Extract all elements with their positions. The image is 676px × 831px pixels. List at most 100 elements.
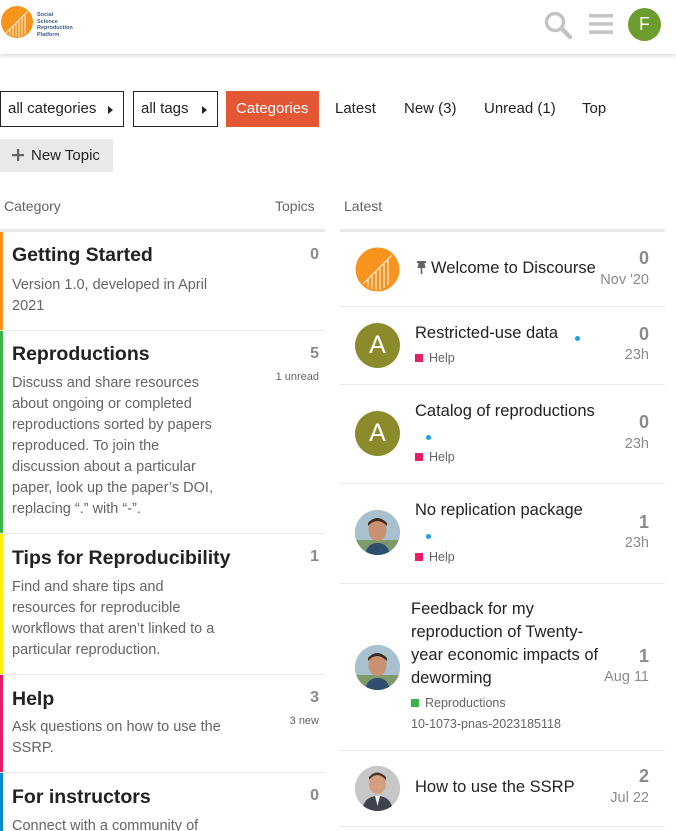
category-square-icon [415,453,423,461]
category-topic-count: 1 [310,548,319,565]
category-color-bar [0,331,3,533]
topic-reply-count: 0 [638,412,649,432]
dropdown-label: all tags [141,100,189,117]
category-description: Version 1.0, developed in April 2021 [12,277,208,314]
topic-row[interactable]: No replication package Help 1 23h [340,484,665,584]
category-name[interactable]: Help [12,688,54,711]
topic-activity-age[interactable]: 23h [625,436,649,452]
topic-title[interactable]: Restricted-use data [415,322,558,345]
topic-category-badge[interactable]: Reproductions [411,696,506,710]
topic-activity-age[interactable]: Aug 11 [604,669,649,685]
tab-unread[interactable]: Unread (1) [484,91,556,127]
category-name[interactable]: Tips for Reproducibility [12,547,231,570]
category-column-header: Category [4,198,61,214]
topic-title[interactable]: Feedback for my reproduction of Twenty-y… [411,598,601,690]
all-categories-dropdown[interactable]: all categories [0,91,124,127]
category-topic-count: 0 [310,246,319,263]
category-name[interactable]: For instructors [12,786,151,809]
topic-reply-count: 1 [638,646,649,666]
topic-activity-age[interactable]: Nov '20 [600,272,649,288]
user-avatar[interactable]: A [355,323,400,368]
user-avatar[interactable] [355,510,400,555]
tab-top[interactable]: Top [582,91,606,127]
category-topic-count: 5 [310,345,319,362]
unread-dot-icon [426,435,431,440]
category-color-bar [0,232,3,330]
category-square-icon [415,553,423,561]
latest-column-header: Latest [344,198,383,214]
topic-row[interactable]: Feedback for my reproduction of Twenty-y… [340,584,665,751]
category-topic-count: 0 [310,787,319,804]
caret-right-icon [202,106,207,114]
topic-activity-age[interactable]: 23h [625,347,649,363]
user-photo-icon [355,510,400,555]
search-icon [544,11,573,40]
user-photo-icon [355,766,400,811]
topic-row[interactable]: A Catalog of reproductions Help 0 23h [340,385,665,484]
ssrp-avatar[interactable] [355,247,400,292]
tab-new[interactable]: New (3) [404,91,457,127]
unread-dot-icon [426,534,431,539]
user-avatar[interactable]: F [628,8,661,41]
hamburger-menu-button[interactable] [588,12,614,36]
category-tips-for-reproducibility[interactable]: Tips for Reproducibility Find and share … [0,534,325,675]
topic-activity-age[interactable]: 23h [625,535,649,551]
category-description: Find and share tips and resources for re… [12,579,215,658]
category-reproductions[interactable]: Reproductions Discuss and share resource… [0,331,325,534]
category-color-bar [0,773,3,831]
topic-category-label: Help [429,351,455,365]
site-logo[interactable]: Social Science Reproduction Platform [0,5,90,41]
topic-category-label: Reproductions [425,696,506,710]
logo-text: Social Science Reproduction Platform [37,12,87,38]
category-topic-count: 3 [310,689,319,706]
search-button[interactable] [543,10,573,40]
topic-tag[interactable]: 10-1073-pnas-2023185118 [411,717,561,731]
topic-title[interactable]: How to use the SSRP [415,776,575,799]
topic-category-badge[interactable]: Help [415,351,455,365]
tab-categories[interactable]: Categories [226,91,319,127]
tab-latest[interactable]: Latest [335,91,376,127]
topic-reply-count: 0 [638,324,649,344]
caret-right-icon [108,106,113,114]
topic-activity-age[interactable]: Jul 22 [610,790,649,806]
pin-icon [417,261,426,274]
topic-row[interactable]: Welcome to Discourse 0 Nov '20 [340,232,665,307]
category-help[interactable]: Help Ask questions on how to use the SSR… [0,675,325,773]
category-description: Connect with a community of [12,818,199,831]
category-name[interactable]: Getting Started [12,244,153,267]
site-header: Social Science Reproduction Platform F [0,0,676,54]
topic-reply-count: 1 [638,512,649,532]
topic-category-label: Help [429,450,455,464]
topic-title[interactable]: No replication package [415,499,583,522]
topics-column-header: Topics [275,198,315,214]
new-count-badge[interactable]: 3 new [290,715,319,727]
category-square-icon [411,699,419,707]
topic-category-badge[interactable]: Help [415,550,455,564]
topic-reply-count: 0 [638,248,649,268]
user-photo-icon [355,645,400,690]
user-avatar[interactable]: A [355,411,400,456]
ssrp-logo-icon [1,6,33,38]
topic-row[interactable]: How to use the SSRP 2 Jul 22 [340,751,665,827]
topic-title[interactable]: Catalog of reproductions [415,400,595,423]
topic-title[interactable]: Welcome to Discourse [431,257,596,280]
user-avatar[interactable] [355,645,400,690]
new-topic-button[interactable]: New Topic [0,139,113,172]
new-topic-label: New Topic [31,147,100,164]
topic-category-badge[interactable]: Help [415,450,455,464]
dropdown-label: all categories [8,100,97,117]
category-name[interactable]: Reproductions [12,343,150,366]
category-color-bar [0,534,3,674]
category-square-icon [415,354,423,362]
navigation-bar: all categories all tags Categories Lates… [0,91,676,127]
unread-count-badge[interactable]: 1 unread [276,371,319,383]
all-tags-dropdown[interactable]: all tags [133,91,218,127]
topic-row[interactable]: A Restricted-use data Help 0 23h [340,307,665,385]
topic-reply-count: 2 [638,766,649,786]
ssrp-logo-icon [355,247,400,292]
logo-line: Platform [37,31,60,38]
category-for-instructors[interactable]: For instructors Connect with a community… [0,773,325,831]
category-description: Discuss and share resources about ongoin… [12,375,213,517]
user-avatar[interactable] [355,766,400,811]
category-getting-started[interactable]: Getting Started Version 1.0, developed i… [0,232,325,331]
